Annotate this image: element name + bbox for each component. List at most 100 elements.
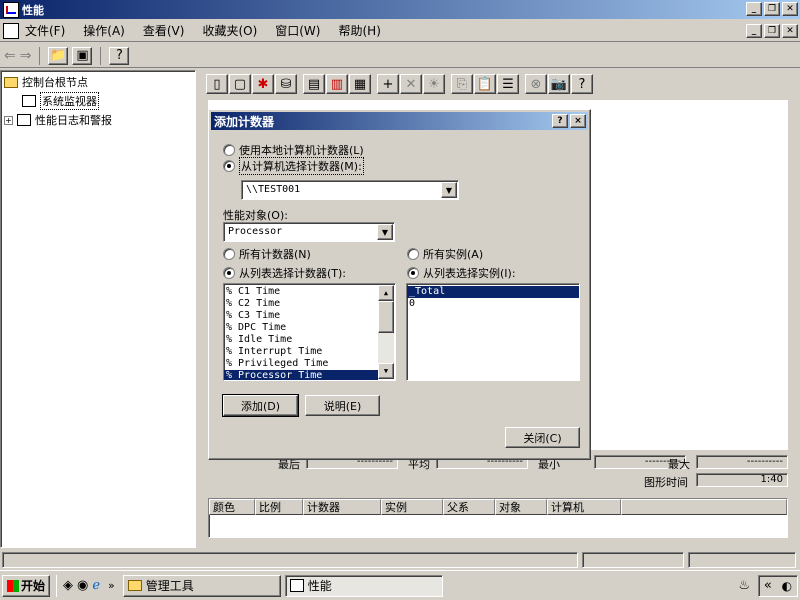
scroll-up-arrow-icon[interactable]: ▲ [378,285,394,301]
freeze-display-icon[interactable]: ⊗ [525,74,547,94]
radio-select-counters-icon[interactable] [223,267,235,279]
close-dialog-button[interactable]: 关闭(C) [505,427,580,448]
tree-root-label: 控制台根节点 [22,76,88,89]
radio-select-counters[interactable]: 从列表选择计数器(T): [223,265,346,281]
update-data-icon[interactable]: 📷 [548,74,570,94]
radio-all-instances-label: 所有实例(A) [423,248,484,261]
new-counter-set-icon[interactable]: ▯ [206,74,228,94]
dialog-help-button[interactable]: ? [552,114,568,128]
up-folder-icon[interactable]: 📁 [48,46,69,65]
help-icon[interactable]: ? [109,46,130,65]
folder-icon [127,580,142,591]
counter-item[interactable]: % C1 Time [224,286,395,298]
instance-listbox[interactable]: _Total 0 [406,283,580,381]
task-performance[interactable]: 性能 [284,574,443,597]
quicklaunch-chevron-icon[interactable]: » [108,579,115,592]
monitor-help-icon[interactable]: ? [571,74,593,94]
scroll-thumb[interactable] [378,301,394,333]
view-current-activity-icon[interactable]: ✱ [252,74,274,94]
child-restore-button[interactable]: ❐ [764,24,780,38]
clear-display-icon[interactable]: ▢ [229,74,251,94]
delete-icon[interactable]: ✕ [400,74,422,94]
menu-help[interactable]: 帮助(H) [338,22,380,39]
tree-item-perf-logs[interactable]: + 性能日志和警报 [4,112,192,128]
scroll-down-arrow-icon[interactable]: ▼ [378,363,394,379]
radio-all-instances-icon[interactable] [407,248,419,260]
view-log-data-icon[interactable]: ⛁ [275,74,297,94]
add-button[interactable]: 添加(D) [222,394,299,417]
computer-combobox[interactable]: \\TEST001 ▼ [241,180,459,200]
highlight-icon[interactable]: ☀ [423,74,445,94]
back-arrow-icon[interactable]: ⇐ [4,48,16,64]
menu-window[interactable]: 窗口(W) [275,22,320,39]
counter-item[interactable]: % C3 Time [224,310,395,322]
instance-item[interactable]: 0 [407,298,579,310]
col-computer[interactable]: 计算机 [547,499,621,515]
menu-file[interactable]: 文件(F) [25,22,65,39]
instance-item-selected[interactable]: _Total [407,286,579,298]
menu-favorites[interactable]: 收藏夹(O) [202,22,257,39]
counter-item[interactable]: % Idle Time [224,334,395,346]
explorer-icon[interactable]: ◉ [77,578,88,593]
object-dropdown-arrow-icon[interactable]: ▼ [377,224,393,240]
mdi-icon[interactable] [3,22,19,39]
dialog-close-button[interactable]: × [570,114,586,128]
child-minimize-button[interactable]: _ [746,24,762,38]
col-scale[interactable]: 比例 [255,499,303,515]
forward-arrow-icon[interactable]: ⇒ [20,48,32,64]
desktop-icon[interactable]: ◈ [63,578,73,593]
view-graph-icon[interactable]: ▤ [303,74,325,94]
radio-local-label: 使用本地计算机计数器(L) [239,144,364,157]
explain-button[interactable]: 说明(E) [305,395,380,416]
add-icon[interactable]: + [377,74,399,94]
tray-chevron-icon[interactable]: « [764,578,772,593]
col-instance[interactable]: 实例 [381,499,443,515]
paste-counter-icon[interactable]: 📋 [474,74,496,94]
radio-select-instances-icon[interactable] [407,267,419,279]
combo-dropdown-arrow-icon[interactable]: ▼ [441,182,457,198]
radio-select-computer[interactable]: 从计算机选择计数器(M): [223,157,364,175]
radio-select-instances[interactable]: 从列表选择实例(I): [407,265,516,281]
radio-select-counters-label: 从列表选择计数器(T): [239,267,347,280]
child-close-button[interactable]: ✕ [782,24,798,38]
minimize-button[interactable]: _ [746,2,762,16]
radio-select-icon[interactable] [223,160,235,172]
col-object[interactable]: 对象 [495,499,547,515]
volume-icon[interactable]: ◐ [782,579,792,593]
network-tray-icon[interactable]: ♨ [738,578,750,593]
col-color[interactable]: 颜色 [209,499,255,515]
show-tree-icon[interactable]: ▣ [72,46,93,65]
counter-listbox[interactable]: % C1 Time % C2 Time % C3 Time % DPC Time… [223,283,396,381]
task-admin-tools[interactable]: 管理工具 [122,574,281,597]
ie-icon[interactable]: ℯ [92,578,100,593]
copy-properties-icon[interactable]: ⎘ [451,74,473,94]
counter-scrollbar[interactable]: ▲ ▼ [378,285,394,379]
menu-action[interactable]: 操作(A) [83,22,125,39]
menu-view[interactable]: 查看(V) [143,22,185,39]
start-button[interactable]: 开始 [2,574,50,597]
radio-all-instances[interactable]: 所有实例(A) [407,246,483,262]
radio-local-computer[interactable]: 使用本地计算机计数器(L) [223,142,364,158]
radio-select-label: 从计算机选择计数器(M): [239,157,364,175]
counter-item[interactable]: % Interrupt Time [224,346,395,358]
tree-root[interactable]: 控制台根节点 [4,74,192,90]
counter-item-selected[interactable]: % Processor Time [224,370,378,380]
close-button[interactable]: ✕ [782,2,798,16]
tree-item-system-monitor[interactable]: 系统监视器 [22,92,192,110]
radio-local-icon[interactable] [223,144,235,156]
windows-logo-icon [6,579,19,592]
properties-icon[interactable]: ☰ [497,74,519,94]
counter-item[interactable]: % C2 Time [224,298,395,310]
restore-button[interactable]: ❐ [764,2,780,16]
view-histogram-icon[interactable]: ▥ [326,74,348,94]
counter-item[interactable]: % Privileged Time [224,358,395,370]
computer-value: \\TEST001 [246,184,301,195]
counter-item[interactable]: % DPC Time [224,322,395,334]
col-parent[interactable]: 父系 [443,499,495,515]
col-counter[interactable]: 计数器 [303,499,381,515]
view-report-icon[interactable]: ▦ [349,74,371,94]
expand-plus-icon[interactable]: + [4,115,13,125]
radio-all-counters[interactable]: 所有计数器(N) [223,246,311,262]
radio-all-counters-icon[interactable] [223,248,235,260]
object-combobox[interactable]: Processor ▼ [223,222,395,242]
